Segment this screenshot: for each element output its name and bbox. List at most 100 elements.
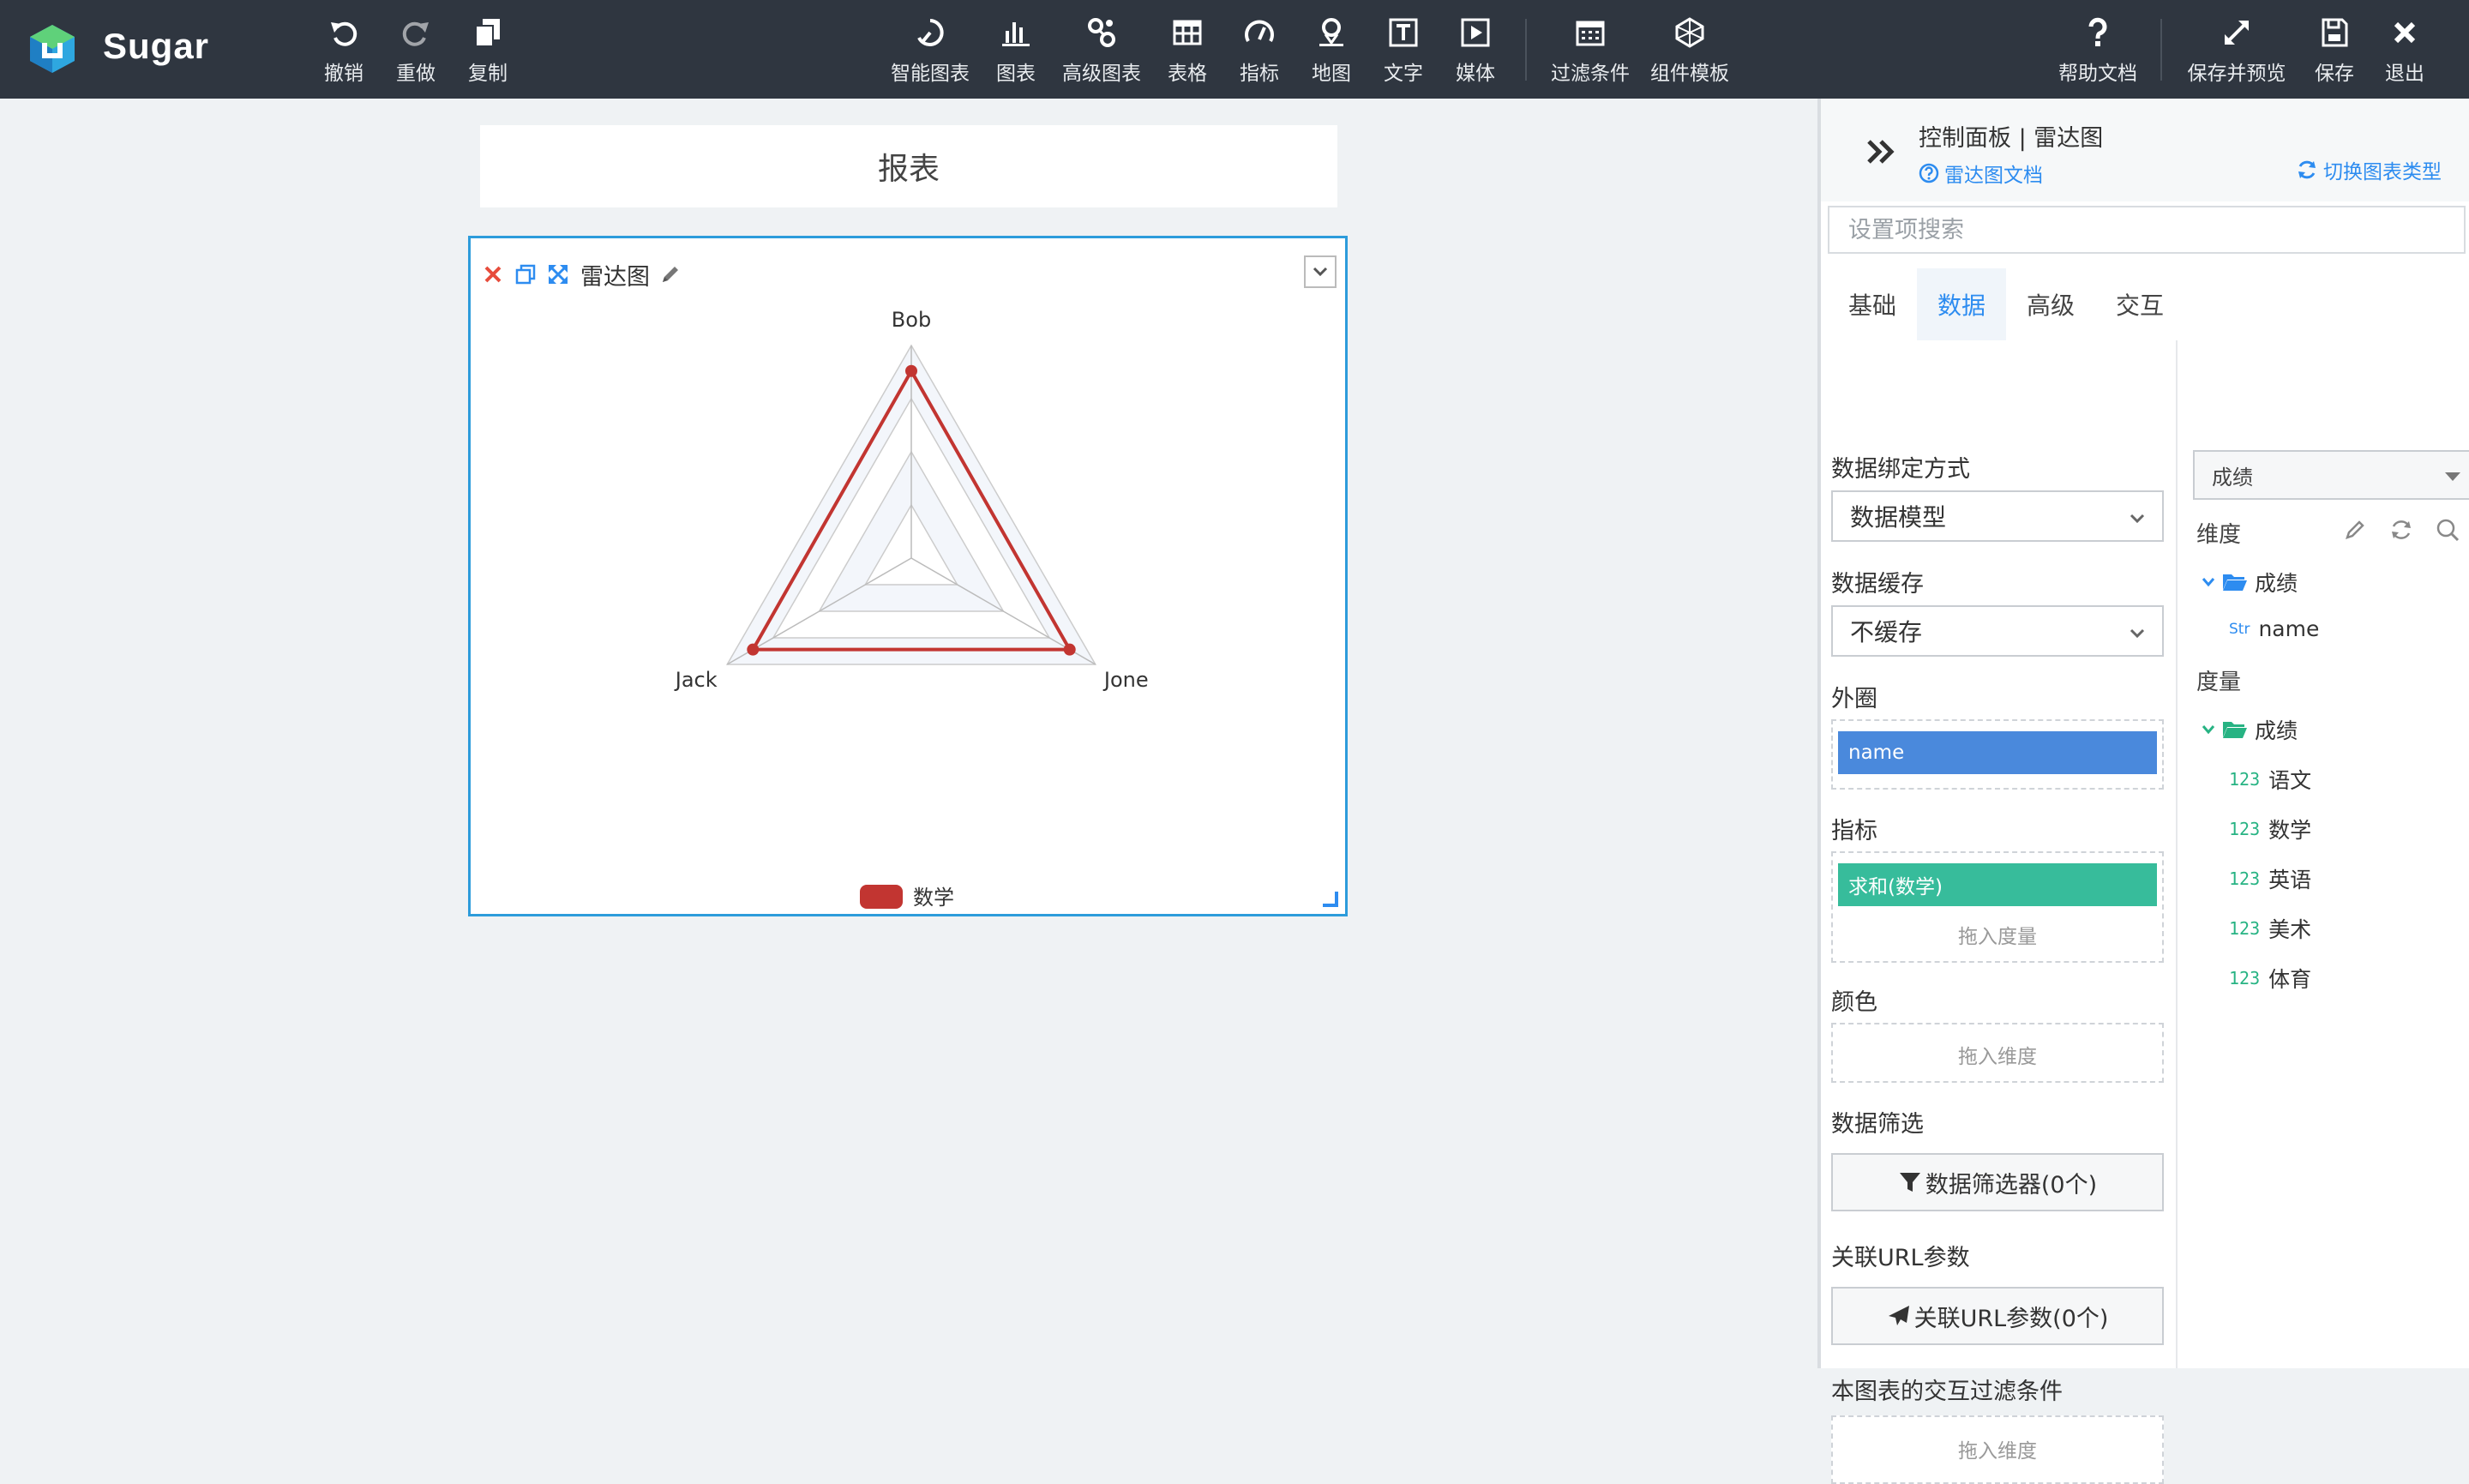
- binding-select[interactable]: 数据模型: [1831, 490, 2164, 542]
- search-icon[interactable]: [2435, 517, 2460, 543]
- control-panel: 控制面板 | 雷达图 雷达图文档 切换图表类型 基础 数据 高级 交互 数据绑定…: [1817, 99, 2469, 1484]
- interaction-filter-label: 本图表的交互过滤条件: [1831, 1379, 2063, 1405]
- indicator-label: 指标: [1240, 63, 1279, 85]
- url-param-button-label: 关联URL参数(0个): [1913, 1305, 2109, 1332]
- filter-calendar-icon: [1576, 21, 1605, 46]
- toolbar-separator: [1525, 19, 1527, 81]
- number-type-badge: 123: [2229, 868, 2261, 889]
- legend-label: 数学: [913, 886, 954, 910]
- dimension-folder-label: 成绩: [2255, 571, 2298, 596]
- filter-condition-button[interactable]: 过滤条件: [1543, 15, 1637, 87]
- measure-folder[interactable]: 成绩: [2202, 714, 2298, 745]
- tab-advanced[interactable]: 高级: [2006, 268, 2095, 340]
- measure-field-name: 数学: [2268, 818, 2312, 843]
- text-label: 文字: [1384, 63, 1423, 85]
- number-type-badge: 123: [2229, 918, 2261, 939]
- binding-select-value: 数据模型: [1850, 503, 1947, 532]
- radar-chart-svg: Bob Jone Jack 数学: [674, 308, 1149, 910]
- measure-folder-label: 成绩: [2255, 718, 2298, 743]
- copy-button[interactable]: 复制: [441, 15, 535, 87]
- filter-condition-label: 过滤条件: [1551, 63, 1630, 85]
- smart-chart-button[interactable]: 智能图表: [883, 15, 977, 87]
- gauge-icon: [1245, 20, 1274, 42]
- report-title[interactable]: 报表: [480, 125, 1337, 207]
- outer-ring-field-pill[interactable]: name: [1838, 731, 2157, 774]
- smart-chart-icon: [917, 19, 944, 46]
- advanced-chart-icon: [1088, 18, 1115, 47]
- measure-label: 度量: [2196, 670, 2242, 695]
- help-doc-button[interactable]: 帮助文档: [2051, 15, 2145, 87]
- refresh-fields-icon[interactable]: [2388, 517, 2414, 543]
- measure-field-item[interactable]: 123 数学: [2229, 814, 2311, 844]
- component-template-button[interactable]: 组件模板: [1643, 15, 1737, 87]
- save-preview-button[interactable]: 保存并预览: [2188, 15, 2286, 87]
- bar-chart-icon: [1002, 22, 1030, 46]
- tab-basic[interactable]: 基础: [1828, 268, 1917, 340]
- metric-label: 指标: [1831, 818, 1877, 844]
- close-icon: [2394, 21, 2416, 44]
- measure-field-item[interactable]: 123 英语: [2229, 863, 2311, 894]
- color-dropzone[interactable]: 拖入维度: [1831, 1023, 2164, 1083]
- media-icon: [1461, 18, 1490, 47]
- help-icon: [2088, 17, 2107, 46]
- cache-select-value: 不缓存: [1850, 618, 1923, 646]
- undo-label: 撤销: [324, 63, 363, 85]
- radar-chart-widget[interactable]: 雷达图 Bob Jone Jack 数学: [468, 236, 1348, 916]
- interaction-filter-dropzone[interactable]: 拖入维度: [1831, 1415, 2164, 1484]
- resize-handle-icon[interactable]: [1321, 890, 1338, 907]
- folder-open-icon: [2223, 574, 2247, 591]
- metric-field-pill[interactable]: 求和(数学): [1838, 863, 2157, 906]
- dimension-folder[interactable]: 成绩: [2202, 567, 2298, 598]
- chevron-down-icon: [2130, 628, 2145, 639]
- cache-label: 数据缓存: [1831, 571, 1924, 598]
- measure-field-name: 体育: [2268, 967, 2312, 992]
- cache-select[interactable]: 不缓存: [1831, 605, 2164, 657]
- redo-icon: [402, 21, 429, 46]
- chevron-down-icon: [2202, 725, 2215, 735]
- measure-field-name: 美术: [2268, 917, 2312, 942]
- app-brand-name: Sugar: [103, 26, 210, 66]
- radar-data-point: [905, 364, 917, 377]
- dataset-select-value: 成绩: [2212, 465, 2253, 490]
- paper-plane-icon: [1888, 1306, 1909, 1325]
- dimension-field-item[interactable]: Str name: [2229, 616, 2319, 641]
- radar-doc-link[interactable]: 雷达图文档: [1919, 159, 2043, 188]
- map-pin-icon: [1319, 18, 1343, 46]
- measure-field-item[interactable]: 123 体育: [2229, 963, 2311, 994]
- template-icon: [1675, 17, 1704, 48]
- collapse-panel-icon[interactable]: [1862, 133, 1900, 171]
- edit-pencil-icon[interactable]: [2342, 517, 2368, 543]
- number-type-badge: 123: [2229, 769, 2261, 790]
- measure-field-item[interactable]: 123 语文: [2229, 764, 2311, 795]
- copy-label: 复制: [468, 63, 508, 85]
- dimension-field-name: name: [2258, 616, 2320, 641]
- save-label: 保存: [2315, 63, 2354, 85]
- interaction-drop-hint: 拖入维度: [1958, 1440, 2037, 1463]
- advanced-chart-button[interactable]: 高级图表: [1054, 15, 1149, 87]
- metric-dropzone[interactable]: 求和(数学) 拖入度量: [1831, 851, 2164, 963]
- url-param-button[interactable]: 关联URL参数(0个): [1831, 1287, 2164, 1345]
- tab-data[interactable]: 数据: [1917, 268, 2007, 340]
- measure-field-item[interactable]: 123 美术: [2229, 913, 2311, 944]
- number-type-badge: 123: [2229, 819, 2261, 839]
- advanced-chart-label: 高级图表: [1062, 63, 1141, 85]
- data-filter-button[interactable]: 数据筛选器(0个): [1831, 1153, 2164, 1211]
- switch-chart-type-link[interactable]: 切换图表类型: [2296, 155, 2442, 184]
- tab-interaction[interactable]: 交互: [2095, 268, 2184, 340]
- dataset-select[interactable]: 成绩: [2193, 450, 2469, 500]
- top-toolbar: Sugar 撤销 重做 复制 智能图表 图表 高级图表 表格 指标 地图 文字: [0, 0, 2469, 99]
- table-label: 表格: [1168, 63, 1207, 85]
- data-filter-button-label: 数据筛选器(0个): [1925, 1171, 2098, 1199]
- redo-label: 重做: [396, 63, 436, 85]
- outer-ring-dropzone[interactable]: name: [1831, 719, 2164, 790]
- exit-button[interactable]: 退出: [2358, 15, 2452, 87]
- settings-search-input[interactable]: [1828, 206, 2466, 254]
- color-drop-hint: 拖入维度: [1958, 1046, 2037, 1068]
- panel-title: 控制面板 | 雷达图: [1919, 125, 2104, 152]
- refresh-icon: [2298, 160, 2316, 179]
- chart-button[interactable]: 图表: [969, 15, 1063, 87]
- outer-ring-label: 外圈: [1831, 686, 1877, 712]
- string-type-badge: Str: [2229, 620, 2250, 638]
- number-type-badge: 123: [2229, 968, 2261, 988]
- media-button[interactable]: 媒体: [1428, 15, 1523, 87]
